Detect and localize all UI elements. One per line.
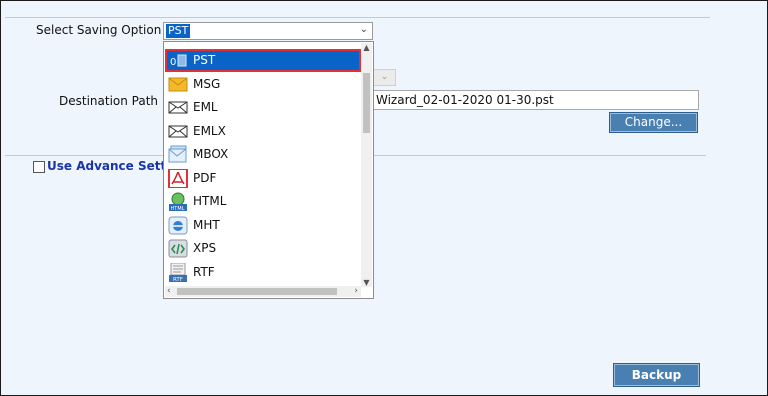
option-pst[interactable]: 0 PST [165, 49, 361, 72]
scroll-up-icon[interactable]: ▲ [361, 43, 372, 52]
saving-option-select[interactable]: PST ⌄ [163, 22, 373, 40]
option-label: PDF [193, 171, 217, 185]
eml-envelope-icon [168, 98, 188, 117]
mbox-icon [168, 145, 188, 164]
highlight-box [165, 49, 361, 72]
option-label: HTML [193, 194, 227, 208]
destination-path-input[interactable]: Wizard_02-01-2020 01-30.pst [373, 90, 699, 110]
option-label: RTF [193, 265, 215, 279]
msg-envelope-icon [168, 75, 188, 94]
app-window: Select Saving Option : PST ⌄ ⌄ Destinati… [0, 0, 768, 396]
svg-text:HTML: HTML [171, 206, 185, 211]
chevron-down-icon[interactable]: ⌄ [360, 24, 368, 35]
option-label: MHT [193, 218, 220, 232]
selected-value: PST [166, 24, 191, 38]
option-eml[interactable]: EML [165, 96, 361, 119]
svg-text:RTF: RTF [173, 277, 183, 282]
option-label: MSG [193, 77, 221, 91]
pdf-icon [168, 168, 188, 189]
scrollbar-thumb[interactable] [363, 73, 370, 133]
scroll-left-icon[interactable]: ‹ [167, 286, 171, 297]
option-emlx[interactable]: EMLX [165, 120, 361, 143]
option-pdf[interactable]: PDF [165, 167, 361, 190]
scrollbar-thumb[interactable] [177, 288, 337, 295]
option-label: EMLX [193, 124, 226, 138]
mht-icon [168, 216, 188, 235]
saving-option-label: Select Saving Option : [36, 23, 170, 37]
option-html[interactable]: HTML HTML [165, 190, 361, 213]
option-mht[interactable]: MHT [165, 214, 361, 237]
destination-path-label: Destination Path : [59, 94, 166, 108]
scroll-right-icon[interactable]: › [354, 286, 358, 297]
html-icon: HTML [168, 192, 188, 212]
emlx-envelope-icon [168, 122, 188, 141]
backup-button[interactable]: Backup [613, 363, 700, 387]
advance-settings-checkbox[interactable] [33, 161, 45, 173]
disabled-select: ⌄ [373, 69, 396, 86]
option-label: MBOX [193, 147, 229, 161]
option-mbox[interactable]: MBOX [165, 143, 361, 166]
option-xps[interactable]: XPS [165, 237, 361, 260]
xps-icon [168, 239, 188, 258]
option-rtf[interactable]: RTF RTF [165, 261, 361, 284]
scroll-down-icon[interactable]: ▼ [361, 278, 372, 287]
option-label: EML [193, 100, 218, 114]
rtf-icon: RTF [168, 262, 188, 283]
saving-option-dropdown[interactable]: 0 PST MSG EML EMLX MBOX PDF HTML HTML MH… [163, 41, 374, 299]
change-button[interactable]: Change... [609, 112, 698, 133]
option-msg[interactable]: MSG [165, 73, 361, 96]
horizontal-scrollbar[interactable]: ‹ › [165, 286, 361, 297]
option-label: XPS [193, 241, 217, 255]
vertical-scrollbar[interactable]: ▲ ▼ [361, 43, 372, 287]
top-divider [5, 17, 710, 18]
